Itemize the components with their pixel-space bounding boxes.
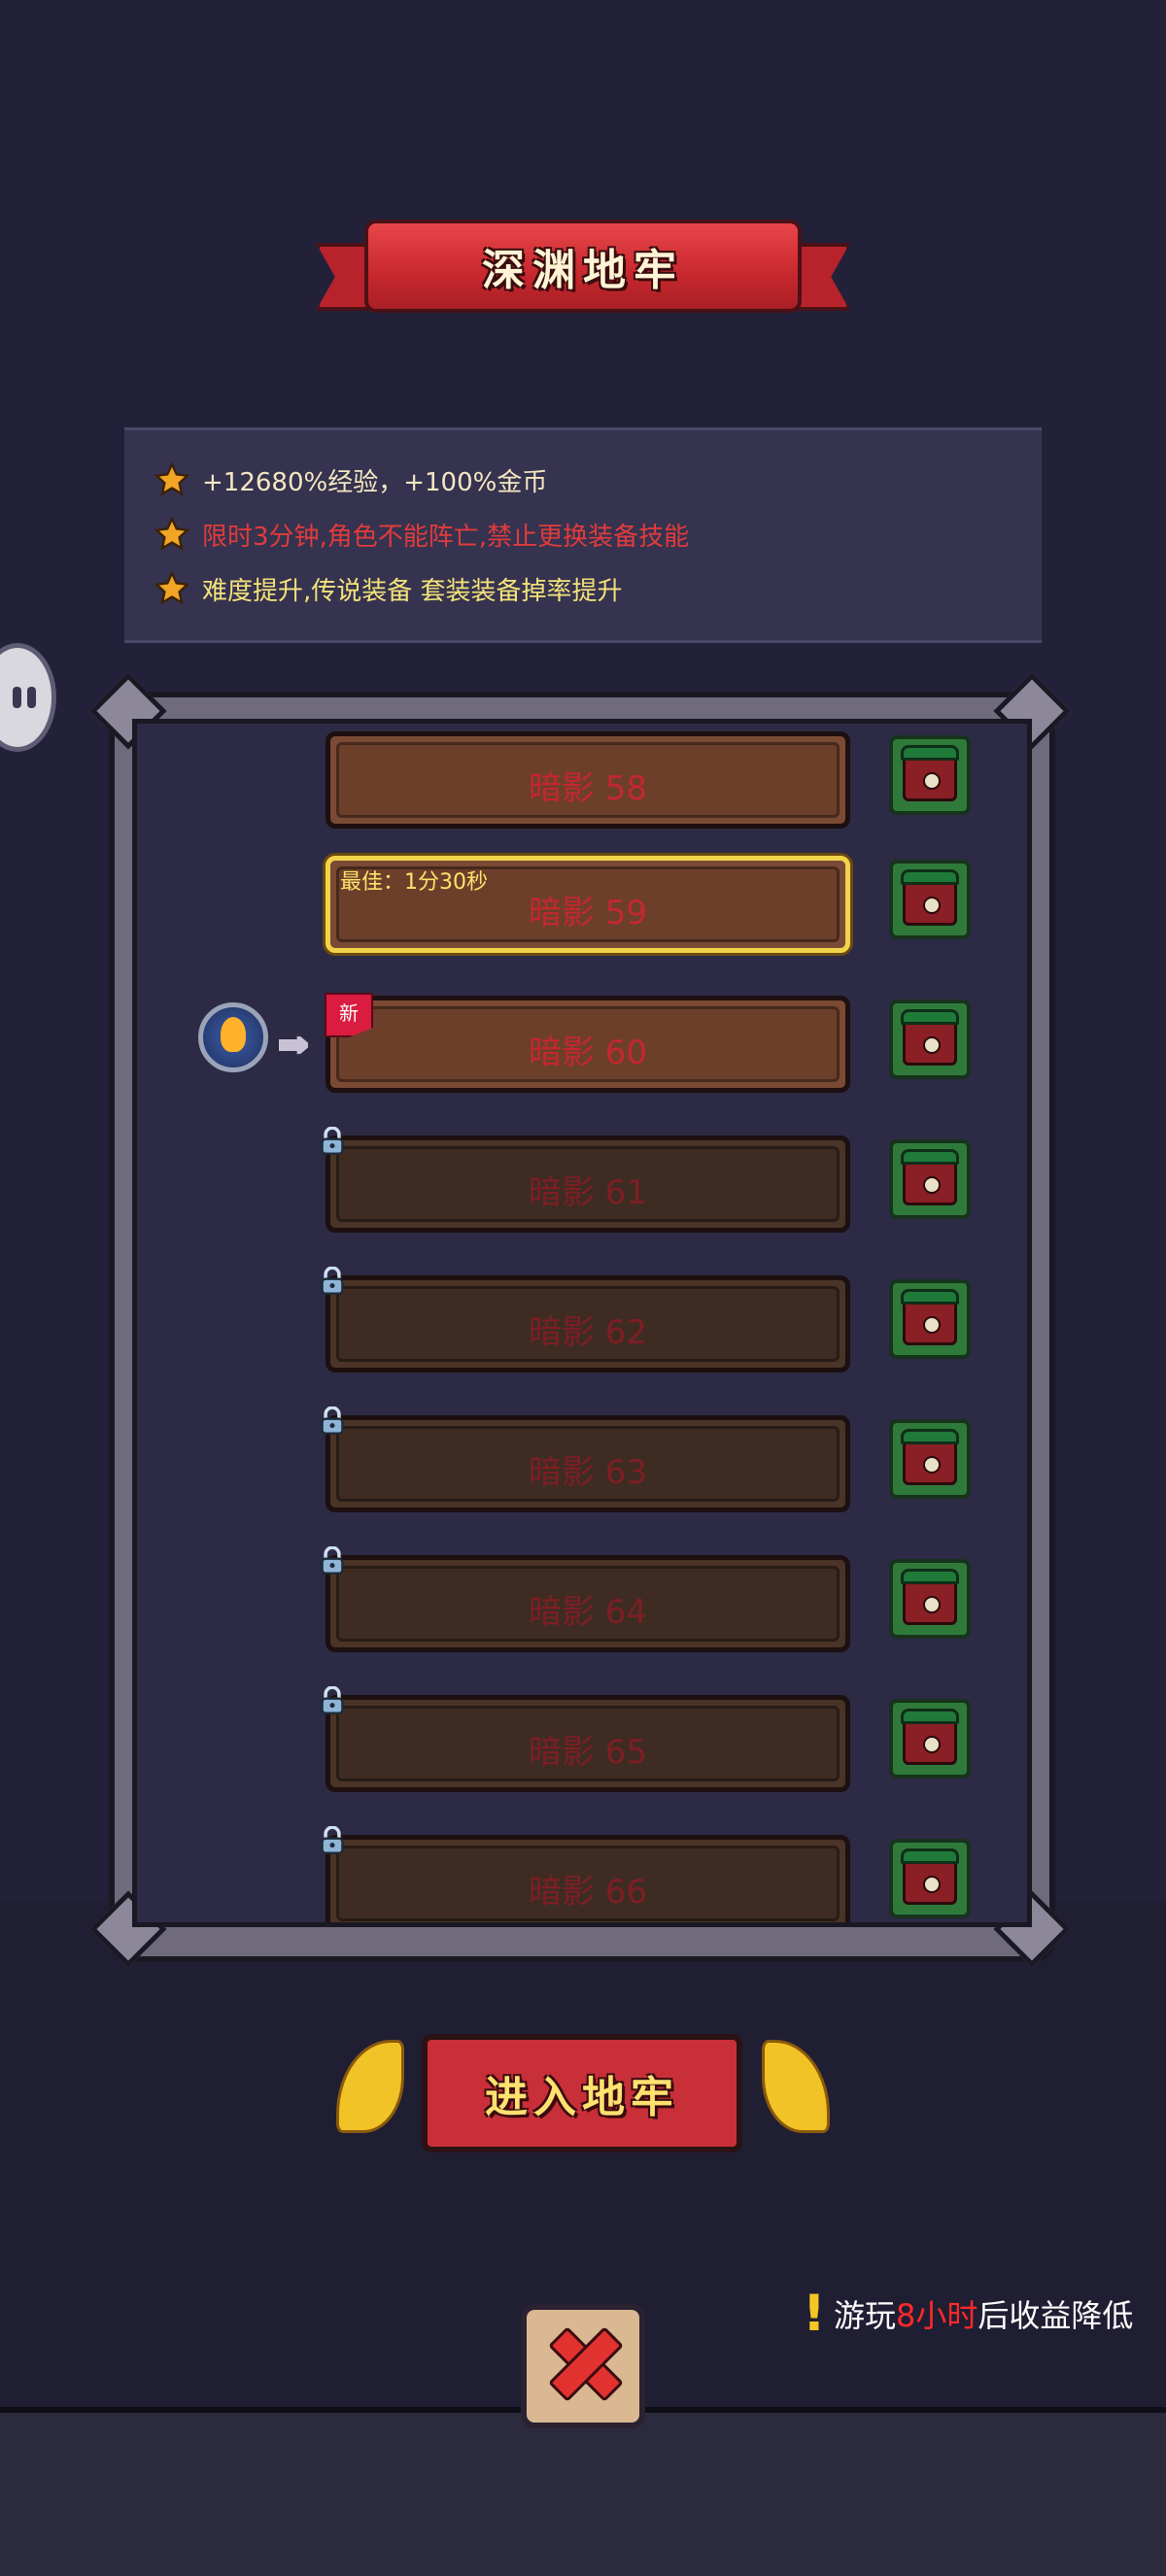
chest-lid	[901, 1848, 959, 1864]
bottom-bar	[0, 2407, 1166, 2576]
player-marker-icon	[198, 1002, 268, 1072]
keyhole-icon	[923, 1176, 941, 1194]
chest-icon[interactable]	[889, 1559, 971, 1639]
keyhole-icon	[923, 772, 941, 790]
exclamation-icon: !	[803, 2285, 826, 2343]
pause-bar-icon	[13, 687, 21, 708]
level-item: 暗影 63	[321, 1407, 850, 1512]
notice-suffix: 后收益降低	[977, 2297, 1134, 2334]
level-item[interactable]: 暗影 60 新	[325, 993, 850, 1093]
lock-icon	[321, 1267, 344, 1295]
close-button[interactable]	[517, 2298, 649, 2428]
lock-icon	[321, 1127, 344, 1155]
level-name: 暗影 66	[528, 1873, 648, 1912]
pause-bar-icon	[27, 687, 36, 708]
keyhole-icon	[923, 897, 941, 914]
notice-highlight: 8小时	[896, 2297, 978, 2334]
level-list[interactable]: 暗影 58 暗影 59 最佳：1分30秒 暗影 60 新暗影 61 暗影 62 暗影 63 暗…	[132, 719, 1032, 1927]
flame-icon	[221, 1017, 246, 1052]
chest-icon[interactable]	[889, 1279, 971, 1359]
page-title: 深渊地牢	[482, 246, 684, 295]
chest-lid	[901, 1009, 959, 1025]
keyhole-icon	[923, 1036, 941, 1054]
keyhole-icon	[923, 1876, 941, 1893]
lock-icon	[321, 1686, 344, 1714]
level-item[interactable]: 暗影 59 最佳：1分30秒	[326, 856, 850, 953]
level-name: 暗影 62	[528, 1313, 648, 1352]
enter-dungeon-button[interactable]: 进入地牢	[422, 2034, 742, 2152]
ribbon-banner: 深渊地牢	[364, 220, 802, 313]
level-item: 暗影 62	[321, 1267, 850, 1373]
keyhole-icon	[923, 1736, 941, 1753]
playtime-notice: ! 游玩 8小时 后收益降低	[803, 2285, 1133, 2343]
pause-button[interactable]	[0, 643, 56, 752]
info-row: 限时3分钟,角色不能阵亡,禁止更换装备技能	[154, 513, 689, 556]
chest-icon[interactable]	[889, 860, 971, 939]
level-item: 暗影 61	[321, 1127, 850, 1233]
lock-icon	[321, 1546, 344, 1575]
chest-lid	[901, 1149, 959, 1165]
level-name: 暗影 61	[528, 1173, 648, 1212]
level-name: 暗影 64	[528, 1593, 648, 1632]
level-item: 暗影 65	[321, 1686, 850, 1792]
chest-icon[interactable]	[889, 735, 971, 815]
level-name: 暗影 63	[528, 1453, 648, 1492]
chest-icon[interactable]	[889, 1839, 971, 1918]
info-text: 限时3分钟,角色不能阵亡,禁止更换装备技能	[202, 522, 690, 552]
info-text: 难度提升,传说装备 套装装备掉率提升	[202, 576, 623, 606]
enter-dungeon-label: 进入地牢	[485, 2073, 679, 2122]
chest-lid	[901, 1709, 959, 1724]
level-name: 暗影 58	[528, 769, 648, 808]
notice-prefix: 游玩	[834, 2297, 897, 2334]
chest-lid	[901, 1569, 959, 1584]
star-icon	[154, 461, 190, 496]
best-time: 最佳：1分30秒	[340, 870, 488, 895]
info-text: +12680%经验，+100%金币	[202, 467, 548, 497]
lock-icon	[321, 1826, 344, 1854]
keyhole-icon	[923, 1596, 941, 1613]
chest-lid	[901, 745, 959, 761]
keyhole-icon	[923, 1456, 941, 1474]
chest-icon[interactable]	[889, 1699, 971, 1779]
level-item[interactable]: 暗影 58	[326, 731, 850, 829]
chest-lid	[901, 1289, 959, 1305]
title-ribbon: 深渊地牢	[316, 214, 850, 330]
star-icon	[154, 570, 190, 605]
keyhole-icon	[923, 1316, 941, 1334]
info-row: +12680%经验，+100%金币	[154, 458, 547, 501]
chest-icon[interactable]	[889, 1000, 971, 1079]
star-icon	[154, 516, 190, 551]
chest-icon[interactable]	[889, 1139, 971, 1219]
level-item: 暗影 64	[321, 1546, 850, 1652]
level-name: 暗影 65	[528, 1733, 648, 1772]
info-row: 难度提升,传说装备 套装装备掉率提升	[154, 567, 623, 610]
chest-lid	[901, 869, 959, 885]
level-item: 暗影 66	[321, 1826, 850, 1922]
chest-icon[interactable]	[889, 1419, 971, 1499]
chest-lid	[901, 1429, 959, 1444]
level-name: 暗影 60	[528, 1034, 648, 1072]
lock-icon	[321, 1407, 344, 1435]
